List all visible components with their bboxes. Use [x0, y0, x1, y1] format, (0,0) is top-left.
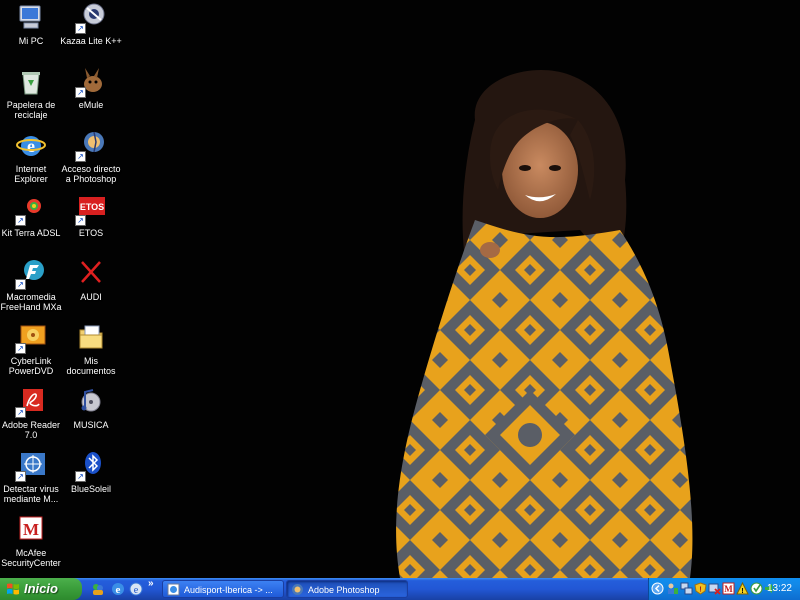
disconnected-network-icon[interactable] — [708, 582, 721, 595]
desktop-icon-freehand[interactable]: ↗ Macromedia FreeHand MXa — [0, 258, 62, 312]
internet-explorer-icon: e — [15, 130, 47, 162]
shortcut-arrow-icon: ↗ — [15, 343, 26, 354]
shortcut-arrow-icon: ↗ — [15, 471, 26, 482]
mcafee-icon: M — [15, 514, 47, 546]
icon-label: BlueSoleil — [70, 484, 112, 494]
shortcut-arrow-icon: ↗ — [15, 215, 26, 226]
task-adobe-photoshop[interactable]: Adobe Photoshop — [286, 580, 408, 598]
emule-icon: ↗ — [75, 66, 107, 98]
photoshop-icon: ↗ — [75, 130, 107, 162]
icon-label: Detectar virus mediante M... — [3, 484, 59, 504]
icon-label: Mi PC — [18, 36, 44, 46]
wallpaper-photo — [396, 70, 693, 578]
security-shield-icon[interactable]: ! — [694, 582, 707, 595]
warning-icon[interactable]: ! — [736, 582, 749, 595]
terra-icon: ↗ — [15, 194, 47, 226]
svg-text:M: M — [724, 584, 733, 594]
icon-label: McAfee SecurityCenter — [1, 548, 61, 568]
ql-messenger-icon[interactable] — [90, 580, 106, 598]
icon-label: Acceso directo a Photoshop — [61, 164, 121, 184]
my-computer-icon — [15, 2, 47, 34]
desktop-icon-internet-explorer[interactable]: e Internet Explorer — [0, 130, 62, 184]
svg-text:!: ! — [699, 587, 701, 594]
desktop-icon-my-documents[interactable]: Mis documentos — [60, 322, 122, 376]
shortcut-arrow-icon: ↗ — [75, 87, 86, 98]
bluetooth-icon: ↗ — [75, 450, 107, 482]
my-documents-icon — [75, 322, 107, 354]
desktop-icon-my-computer[interactable]: Mi PC — [0, 2, 62, 46]
desktop-icon-mcafee[interactable]: M McAfee SecurityCenter — [0, 514, 62, 568]
desktop-icon-virus-scan[interactable]: ↗ Detectar virus mediante M... — [0, 450, 62, 504]
powerdvd-icon: ↗ — [15, 322, 47, 354]
start-label: Inicio — [24, 581, 58, 596]
desktop-icon-audi[interactable]: AUDI — [60, 258, 122, 302]
tray-expand-icon[interactable] — [651, 582, 664, 595]
icon-label: Internet Explorer — [14, 164, 48, 184]
start-button[interactable]: Inicio — [0, 578, 82, 600]
virus-scan-icon: ↗ — [15, 450, 47, 482]
mcafee-tray-icon[interactable]: M — [722, 582, 735, 595]
windows-logo-icon — [7, 583, 19, 595]
shortcut-arrow-icon: ↗ — [75, 215, 86, 226]
desktop-icon-kit-terra[interactable]: ↗ Kit Terra ADSL — [0, 194, 62, 238]
icon-label: Macromedia FreeHand MXa — [0, 292, 62, 312]
system-tray: ! M ! 13:22 — [648, 578, 800, 600]
desktop-icon-recycle-bin[interactable]: Papelera de reciclaje — [0, 66, 62, 120]
icon-label: MUSICA — [73, 420, 109, 430]
icon-label: Papelera de reciclaje — [6, 100, 56, 120]
etos-icon: ETOS ↗ — [75, 194, 107, 226]
icon-label: CyberLink PowerDVD — [8, 356, 54, 376]
adobe-reader-icon: ↗ — [15, 386, 47, 418]
desktop-icon-etos[interactable]: ETOS ↗ ETOS — [60, 194, 122, 238]
desktop-icon-powerdvd[interactable]: ↗ CyberLink PowerDVD — [0, 322, 62, 376]
quick-launch-more-button[interactable]: » — [148, 578, 154, 589]
svg-text:e: e — [134, 585, 139, 596]
svg-text:!: ! — [741, 588, 743, 595]
network-users-icon[interactable] — [666, 582, 679, 595]
icon-label: Adobe Reader 7.0 — [1, 420, 61, 440]
task-audisport-iberica[interactable]: Audisport-Iberica -> ... — [162, 580, 284, 598]
ql-internet-explorer-icon[interactable]: e — [110, 580, 126, 598]
icon-label: ETOS — [78, 228, 104, 238]
ql-outlook-icon[interactable]: e — [128, 580, 144, 598]
freehand-icon: ↗ — [15, 258, 47, 290]
shortcut-arrow-icon: ↗ — [15, 279, 26, 290]
icon-label: AUDI — [80, 292, 102, 302]
svg-text:M: M — [23, 520, 39, 539]
task-label: Adobe Photoshop — [308, 585, 380, 595]
shortcut-arrow-icon: ↗ — [75, 151, 86, 162]
icon-label: eMule — [78, 100, 104, 110]
network-connection-icon[interactable] — [680, 582, 693, 595]
desktop: Mi PC Papelera de reciclaje e Internet E… — [0, 0, 800, 578]
shortcut-arrow-icon: ↗ — [15, 407, 26, 418]
photoshop-task-icon — [292, 584, 303, 595]
kazaa-icon: ↗ — [75, 2, 107, 34]
task-label: Audisport-Iberica -> ... — [184, 585, 273, 595]
icon-label: Mis documentos — [66, 356, 116, 376]
desktop-icon-photoshop[interactable]: ↗ Acceso directo a Photoshop — [60, 130, 122, 184]
desktop-icon-adobe-reader[interactable]: ↗ Adobe Reader 7.0 — [0, 386, 62, 440]
desktop-icon-emule[interactable]: ↗ eMule — [60, 66, 122, 110]
recycle-bin-icon — [15, 66, 47, 98]
icon-label: Kit Terra ADSL — [1, 228, 61, 238]
svg-text:e: e — [116, 584, 121, 596]
svg-text:ETOS: ETOS — [80, 202, 104, 212]
icon-label: Kazaa Lite K++ — [60, 36, 122, 46]
audi-x-icon — [75, 258, 107, 290]
system-clock[interactable]: 13:22 — [767, 578, 792, 600]
music-folder-icon — [75, 386, 107, 418]
shortcut-arrow-icon: ↗ — [75, 471, 86, 482]
shortcut-arrow-icon: ↗ — [75, 23, 86, 34]
ie-page-icon — [167, 583, 180, 596]
desktop-icon-bluesoleil[interactable]: ↗ BlueSoleil — [60, 450, 122, 494]
taskbar: Inicio e e » Audisport-Iberica -> ... Ad… — [0, 578, 800, 600]
audio-tray-icon[interactable] — [750, 582, 763, 595]
desktop-icon-musica[interactable]: MUSICA — [60, 386, 122, 430]
desktop-icon-kazaa[interactable]: ↗ Kazaa Lite K++ — [60, 2, 122, 46]
